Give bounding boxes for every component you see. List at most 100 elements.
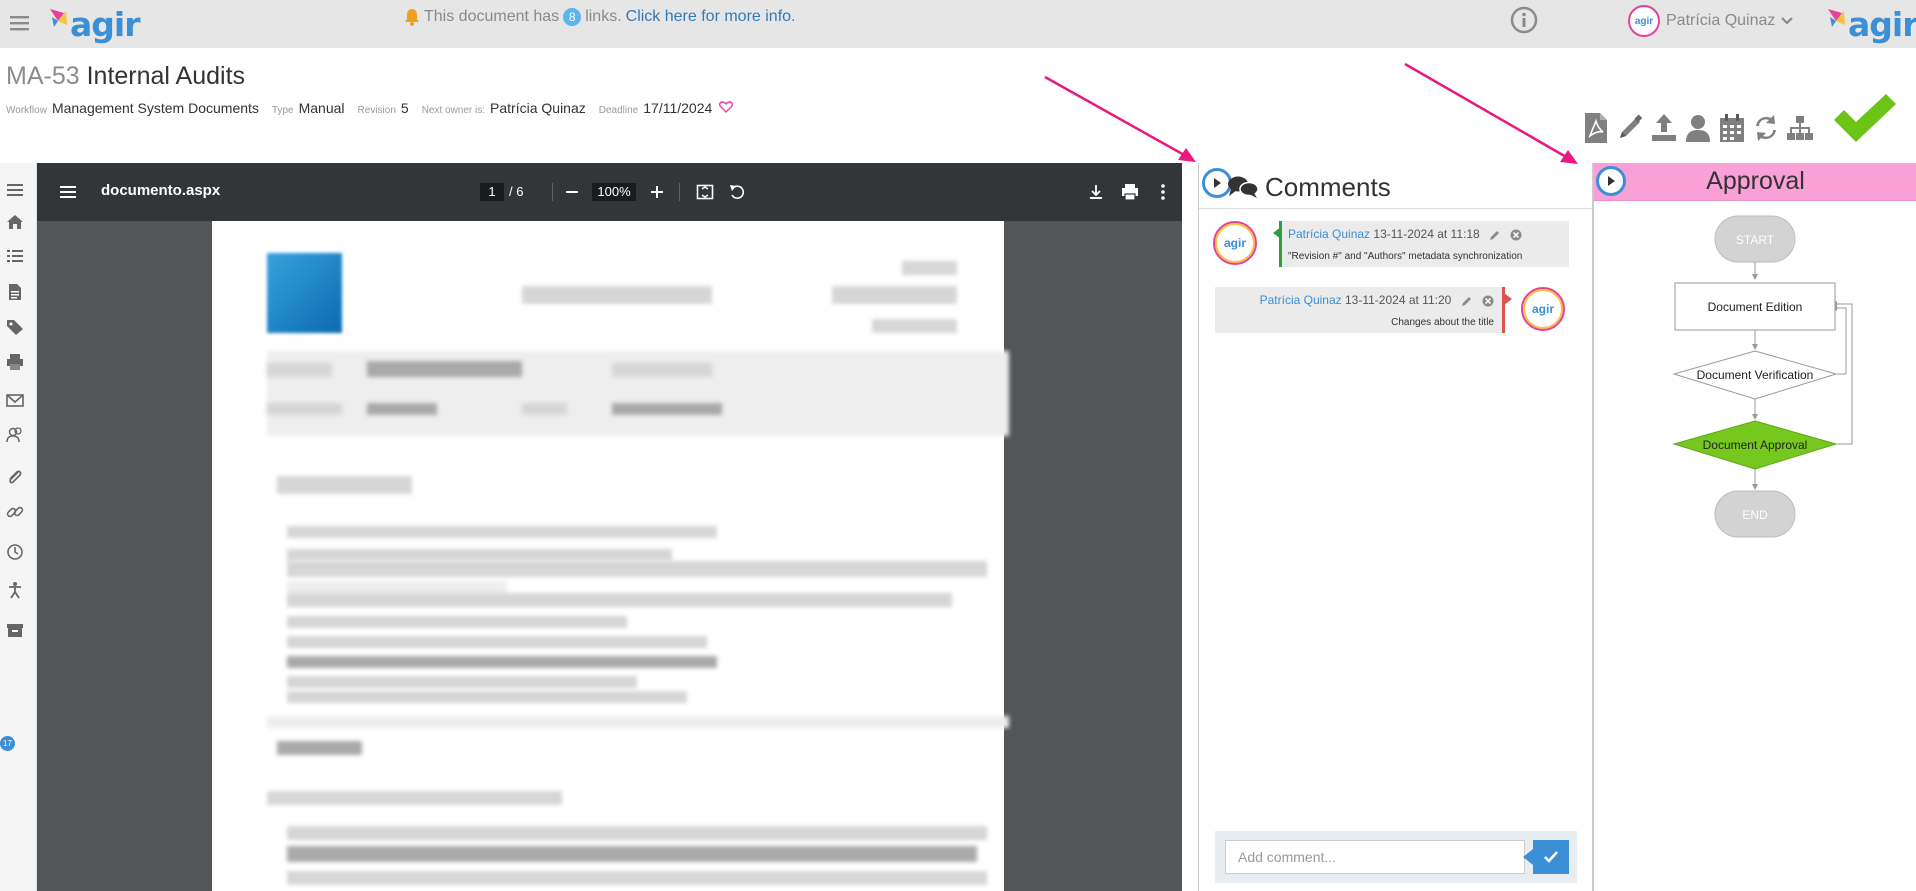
document-title: Internal Audits <box>86 62 246 90</box>
submit-comment-button[interactable] <box>1523 840 1569 874</box>
download-icon[interactable] <box>1087 183 1105 201</box>
pdf-filename: documento.aspx <box>101 182 221 199</box>
document-metadata: Workflow Management System Documents Typ… <box>6 100 734 116</box>
notification-badge: 17 <box>0 736 15 751</box>
links-count-badge: 8 <box>563 8 582 26</box>
comment-date: 13-11-2024 at 11:18 <box>1373 227 1480 241</box>
annotation-arrow <box>1044 75 1196 162</box>
edit-comment-icon[interactable] <box>1489 229 1501 241</box>
bell-icon <box>405 9 419 26</box>
chat-icon <box>1228 176 1259 198</box>
blurred-heading <box>277 476 412 494</box>
flow-edition-label: Document Edition <box>1708 300 1803 314</box>
menu-icon[interactable] <box>8 11 32 35</box>
left-nav: 17 <box>0 163 37 891</box>
zoom-input[interactable] <box>592 183 636 201</box>
print-icon[interactable] <box>1121 183 1139 201</box>
play-icon <box>1214 178 1221 188</box>
more-options-icon[interactable] <box>1154 183 1172 201</box>
accessibility-icon[interactable] <box>6 581 24 599</box>
toolbar-divider <box>679 183 680 201</box>
user-name: Patrícia Quinaz <box>1666 12 1776 29</box>
flow-end-node[interactable]: END <box>1714 490 1796 538</box>
notice-prefix: This document has <box>424 8 560 25</box>
flow-approval-node[interactable]: Document Approval <box>1672 420 1838 470</box>
blurred-text <box>522 286 712 304</box>
upload-icon[interactable] <box>1650 112 1678 144</box>
pdf-toolbar: documento.aspx / 6 <box>37 163 1182 221</box>
logo-mark-icon <box>1828 9 1845 27</box>
delete-comment-icon[interactable] <box>1482 295 1494 307</box>
rotate-icon[interactable] <box>728 183 746 201</box>
edit-comment-icon[interactable] <box>1461 295 1473 307</box>
comments-panel: Comments agir Patrícia Quinaz 13-11-2024… <box>1198 163 1593 891</box>
comment-avatar: agir <box>1213 221 1257 265</box>
blurred-text <box>287 636 707 648</box>
check-icon[interactable] <box>1832 92 1898 144</box>
collapse-approval-button[interactable] <box>1596 166 1626 196</box>
edit-icon[interactable] <box>1616 112 1644 144</box>
fit-page-icon[interactable] <box>696 183 714 201</box>
blurred-text <box>267 403 342 415</box>
revision-value: 5 <box>400 100 409 116</box>
sitemap-icon[interactable] <box>1786 112 1814 144</box>
flow-start-node[interactable]: START <box>1714 215 1796 263</box>
user-menu[interactable]: agir Patrícia Quinaz <box>1628 3 1794 39</box>
app-logo[interactable]: agir <box>48 0 140 48</box>
comment-pointer <box>1504 293 1512 305</box>
archive-icon[interactable] <box>6 621 24 639</box>
refresh-icon[interactable] <box>1752 112 1780 144</box>
document-icon[interactable] <box>6 283 24 301</box>
calendar-icon[interactable] <box>1718 112 1746 144</box>
flow-verification-node[interactable]: Document Verification <box>1672 350 1838 400</box>
flow-edition-node[interactable]: Document Edition <box>1674 282 1836 331</box>
users-icon[interactable] <box>6 426 24 444</box>
menu-icon[interactable] <box>6 181 24 199</box>
clock-icon[interactable] <box>6 543 24 561</box>
delete-comment-icon[interactable] <box>1510 229 1522 241</box>
comment-pointer <box>1273 227 1281 239</box>
zoom-out-icon[interactable] <box>564 184 580 200</box>
info-icon[interactable] <box>1510 6 1538 34</box>
toolbar-divider <box>552 183 553 201</box>
pdf-menu-icon[interactable] <box>59 183 77 201</box>
blurred-text <box>287 691 687 703</box>
blurred-text <box>287 616 627 628</box>
comment-avatar: agir <box>1521 287 1565 331</box>
blurred-text <box>287 593 952 607</box>
pdf-page <box>212 221 1009 891</box>
comment-author[interactable]: Patrícia Quinaz <box>1288 227 1370 241</box>
more-info-link[interactable]: Click here for more info. <box>626 8 796 26</box>
flow-start-label: START <box>1736 233 1775 247</box>
blurred-text <box>287 826 987 840</box>
comment-item: Patrícia Quinaz 13-11-2024 at 11:18 "Rev… <box>1273 221 1569 267</box>
type-value: Manual <box>298 100 345 116</box>
pdf-icon[interactable] <box>1582 112 1610 144</box>
deadline-value: 17/11/2024 <box>643 100 713 116</box>
blurred-text <box>902 261 957 275</box>
annotation-arrow <box>1404 62 1578 164</box>
mail-icon[interactable] <box>6 391 24 409</box>
logo-mark-icon <box>50 9 67 27</box>
document-code: MA-53 <box>6 62 80 90</box>
comment-text: Changes about the title <box>1391 317 1494 328</box>
comment-meta: Patrícia Quinaz 13-11-2024 at 11:20 <box>1260 293 1494 307</box>
list-icon[interactable] <box>6 247 24 265</box>
tag-icon[interactable] <box>6 318 24 336</box>
blurred-text <box>522 403 567 415</box>
approval-header: Approval <box>1594 163 1916 201</box>
user-icon[interactable] <box>1684 112 1712 144</box>
print-icon[interactable] <box>6 353 24 371</box>
comment-author[interactable]: Patrícia Quinaz <box>1260 293 1342 307</box>
add-comment-bar <box>1215 831 1577 883</box>
top-bar: agir This document has 8 links. Click he… <box>0 0 1916 48</box>
heart-icon[interactable] <box>719 101 734 113</box>
blurred-text <box>287 656 717 668</box>
link-icon[interactable] <box>6 503 24 521</box>
add-comment-input[interactable] <box>1225 840 1525 874</box>
pdf-page-input[interactable] <box>480 183 504 201</box>
zoom-in-icon[interactable] <box>649 184 665 200</box>
home-icon[interactable] <box>6 213 24 231</box>
document-logo <box>267 253 342 333</box>
paperclip-icon[interactable] <box>6 468 24 486</box>
